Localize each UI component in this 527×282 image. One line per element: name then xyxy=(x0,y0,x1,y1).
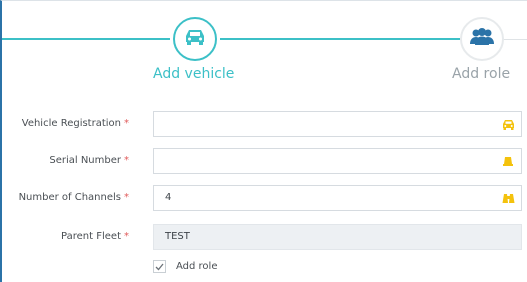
progress-track-completed xyxy=(2,38,170,40)
car-icon xyxy=(501,118,515,130)
checkmark-icon xyxy=(155,263,164,270)
parent-fleet-label-text: Parent Fleet xyxy=(61,231,121,242)
vehicle-registration-label: Vehicle Registration * xyxy=(22,118,129,129)
vehicle-registration-label-text: Vehicle Registration xyxy=(21,118,121,129)
number-of-channels-value: 4 xyxy=(165,192,172,203)
add-role-checkbox[interactable] xyxy=(153,260,166,273)
required-marker: * xyxy=(124,118,129,129)
number-of-channels-label: Number of Channels * xyxy=(19,192,129,203)
binoculars-icon xyxy=(501,192,515,204)
bell-icon xyxy=(501,155,515,167)
users-icon xyxy=(469,27,495,51)
progress-track-active xyxy=(220,38,460,40)
add-role-checkbox-row[interactable]: Add role xyxy=(153,260,217,273)
serial-number-label-text: Serial Number xyxy=(49,155,121,166)
step-label-add-role: Add role xyxy=(452,66,511,82)
required-marker: * xyxy=(124,155,129,166)
serial-number-label: Serial Number * xyxy=(49,155,129,166)
step-label-add-vehicle: Add vehicle xyxy=(153,66,235,82)
number-of-channels-label-text: Number of Channels xyxy=(18,192,121,203)
step-add-role[interactable] xyxy=(460,17,504,61)
vehicle-registration-input[interactable] xyxy=(153,111,522,137)
required-marker: * xyxy=(124,231,129,242)
parent-fleet-input: TEST xyxy=(153,224,522,250)
number-of-channels-input[interactable]: 4 xyxy=(153,185,522,211)
parent-fleet-value: TEST xyxy=(165,231,190,242)
add-role-checkbox-label: Add role xyxy=(176,261,218,272)
wizard-panel: Add vehicle Add role Vehicle Registratio… xyxy=(0,0,527,282)
required-marker: * xyxy=(124,192,129,203)
step-add-vehicle[interactable] xyxy=(173,17,217,61)
serial-number-input[interactable] xyxy=(153,148,522,174)
car-icon xyxy=(184,28,206,50)
parent-fleet-label: Parent Fleet * xyxy=(61,231,129,242)
